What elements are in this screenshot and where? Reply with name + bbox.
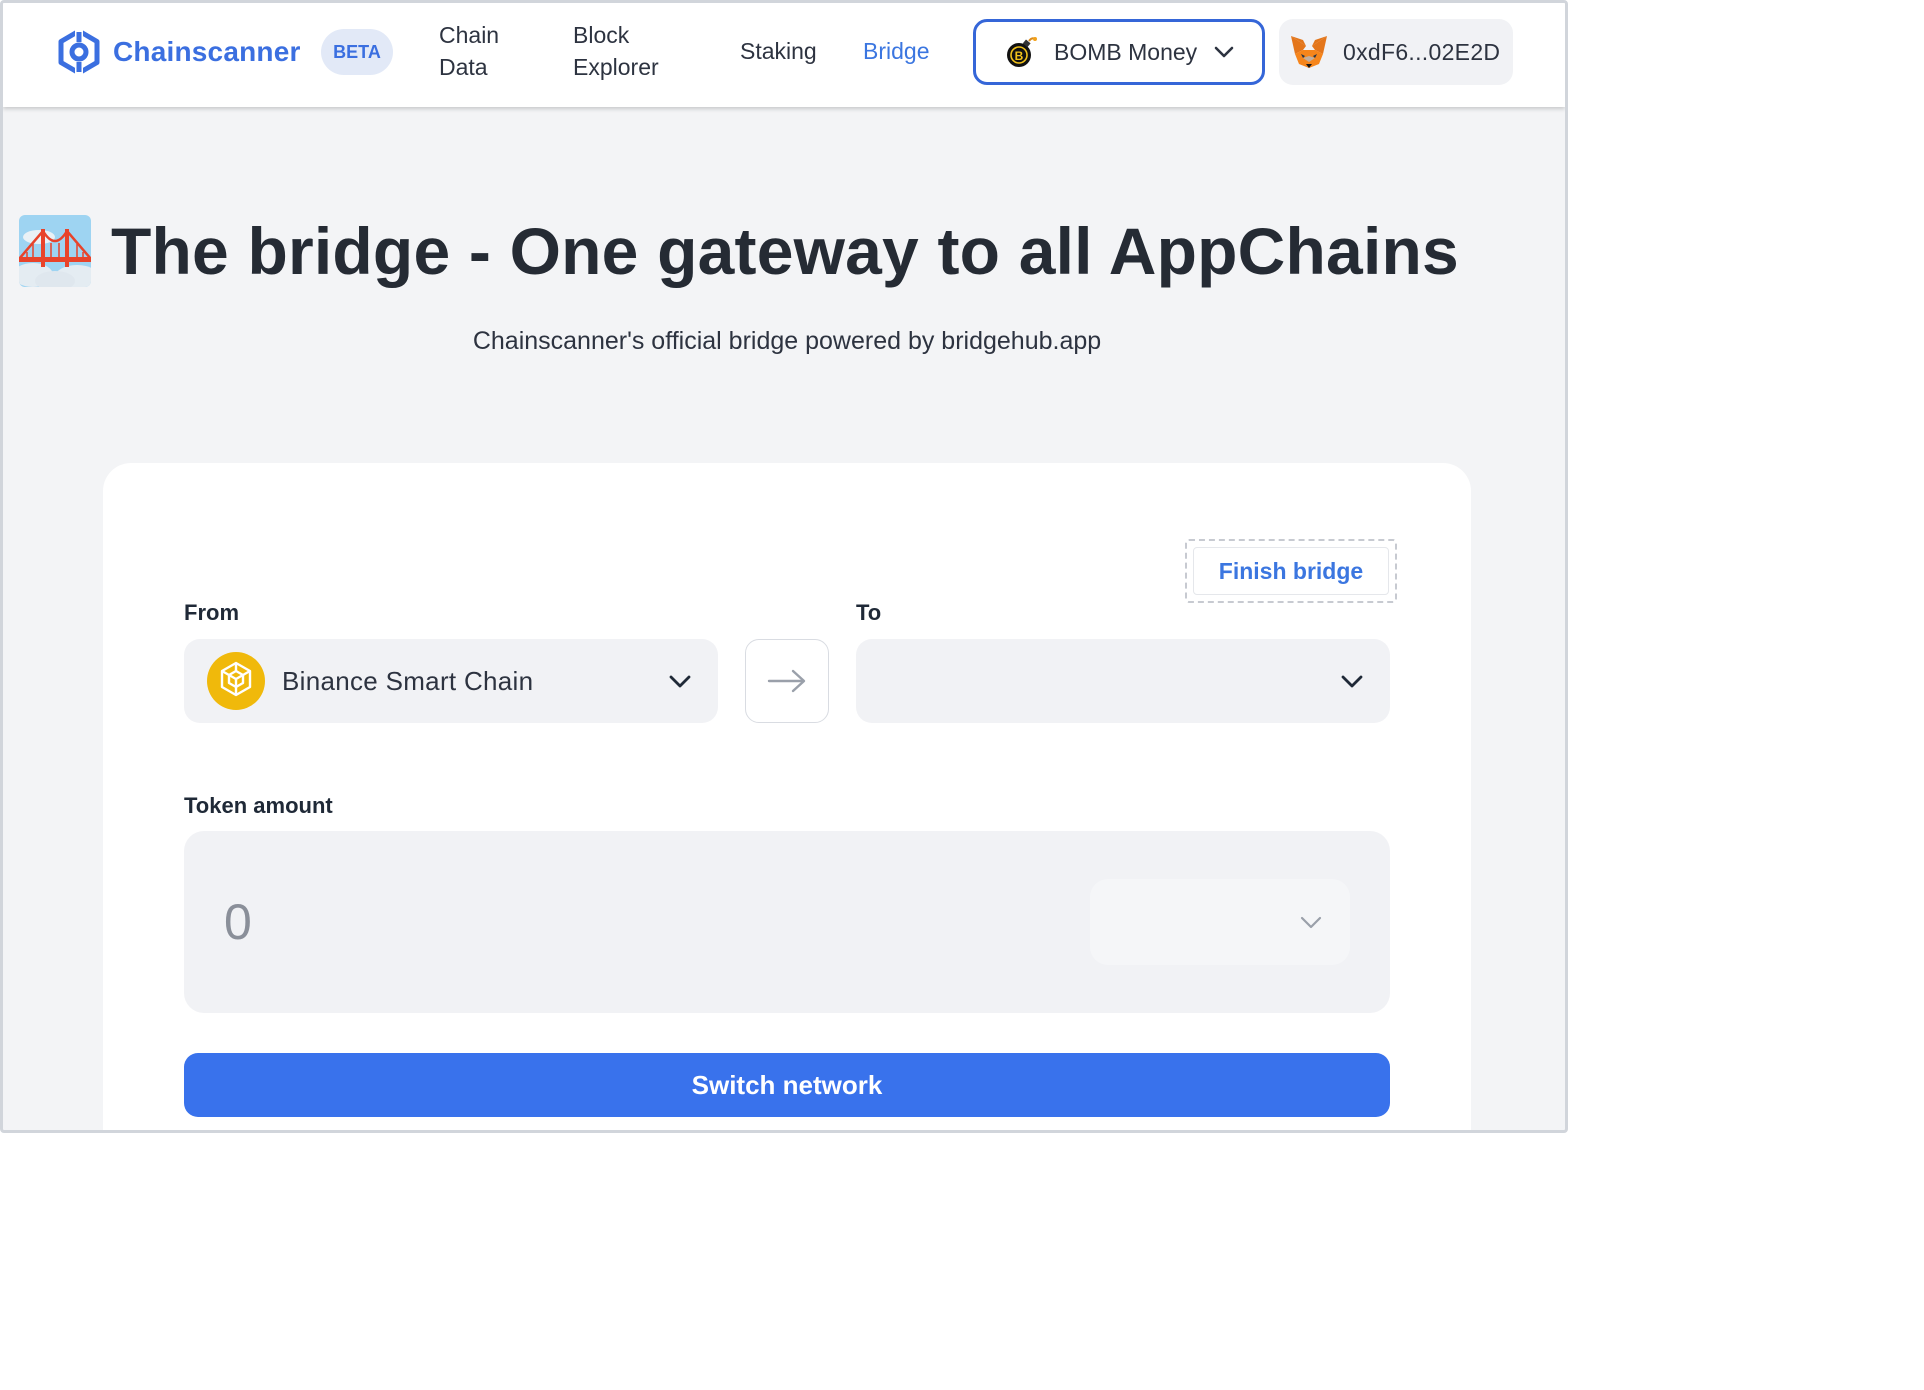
nav-block-explorer[interactable]: Block Explorer	[573, 19, 673, 83]
chevron-down-icon	[1214, 46, 1234, 58]
swap-direction-button[interactable]	[745, 639, 829, 723]
svg-text:B: B	[1015, 49, 1024, 63]
project-selector[interactable]: B BOMB Money	[973, 19, 1265, 85]
chainscanner-logo-icon	[58, 28, 100, 76]
switch-network-button[interactable]: Switch network	[184, 1053, 1390, 1117]
token-select[interactable]	[1090, 879, 1350, 965]
top-navbar: Chainscanner BETA Chain Data Block Explo…	[3, 3, 1565, 107]
bridge-card: Finish bridge From To Binance Smart Chai…	[103, 463, 1471, 1130]
page-title-text: The bridge - One gateway to all AppChain…	[111, 214, 1459, 288]
to-chain-select[interactable]	[856, 639, 1390, 723]
bridge-at-night-icon	[19, 215, 91, 287]
page-title: The bridge - One gateway to all AppChain…	[19, 209, 1565, 293]
finish-bridge-focus-ring: Finish bridge	[1185, 539, 1397, 603]
nav-block-explorer-line2: Explorer	[573, 54, 659, 80]
nav-block-explorer-line1: Block	[573, 22, 630, 48]
token-amount-input[interactable]	[224, 887, 1024, 957]
nav-chain-data-line2: Data	[439, 54, 488, 80]
chevron-down-icon	[1300, 916, 1322, 929]
nav-staking[interactable]: Staking	[740, 35, 817, 67]
project-selector-value: BOMB Money	[1054, 38, 1198, 65]
from-chain-value: Binance Smart Chain	[282, 665, 534, 696]
to-label: To	[856, 600, 882, 625]
browser-frame: Chainscanner BETA Chain Data Block Explo…	[0, 0, 1568, 1133]
from-chain-select[interactable]: Binance Smart Chain	[184, 639, 718, 723]
token-amount-label: Token amount	[184, 793, 333, 818]
chevron-down-icon	[669, 675, 691, 688]
nav-bridge[interactable]: Bridge	[863, 35, 929, 67]
nav-chain-data[interactable]: Chain Data	[439, 19, 529, 83]
bomb-icon: B	[1007, 37, 1037, 67]
page-subtitle: Chainscanner's official bridge powered b…	[472, 327, 1102, 355]
beta-badge: BETA	[321, 29, 393, 75]
nav-chain-data-line1: Chain	[439, 22, 500, 48]
brand-logo[interactable]: Chainscanner	[55, 27, 301, 77]
from-label: From	[184, 600, 239, 625]
wallet-button[interactable]: 0xdF6...02E2D	[1279, 19, 1513, 85]
arrow-right-icon	[767, 669, 806, 693]
token-amount-panel	[184, 831, 1390, 1013]
metamask-fox-icon	[1291, 36, 1327, 68]
wallet-address: 0xdF6...02E2D	[1343, 38, 1501, 65]
brand-name: Chainscanner	[113, 36, 301, 67]
chevron-down-icon	[1341, 675, 1363, 688]
bnb-icon	[207, 652, 265, 710]
finish-bridge-button[interactable]: Finish bridge	[1193, 547, 1389, 595]
